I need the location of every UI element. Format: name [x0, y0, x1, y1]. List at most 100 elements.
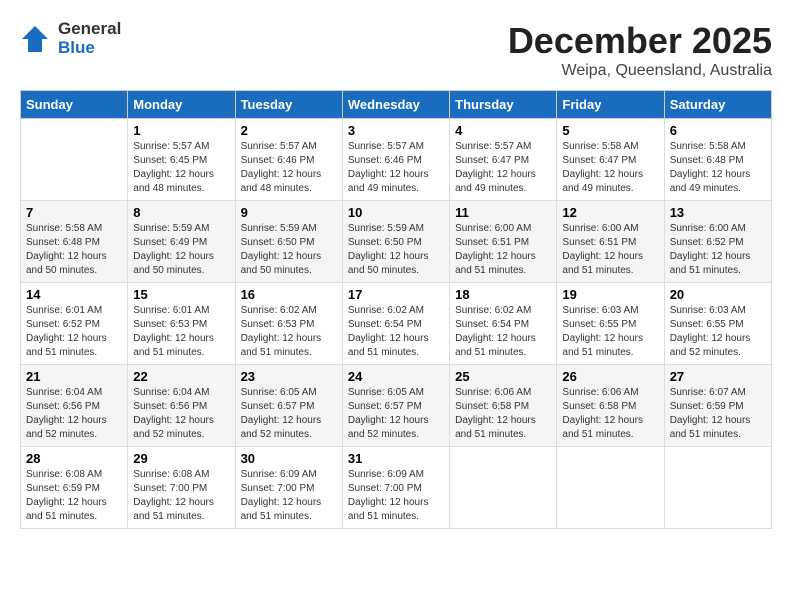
day-number: 7 [26, 205, 122, 220]
calendar-cell [450, 447, 557, 529]
calendar-cell: 4 Sunrise: 5:57 AMSunset: 6:47 PMDaylight… [450, 119, 557, 201]
calendar-cell: 24 Sunrise: 6:05 AMSunset: 6:57 PMDayligh… [342, 365, 449, 447]
day-number: 24 [348, 369, 444, 384]
day-number: 8 [133, 205, 229, 220]
day-number: 1 [133, 123, 229, 138]
calendar-cell: 20 Sunrise: 6:03 AMSunset: 6:55 PMDayligh… [664, 283, 771, 365]
day-info: Sunrise: 6:00 AMSunset: 6:52 PMDaylight:… [670, 222, 766, 278]
calendar-cell: 2 Sunrise: 5:57 AMSunset: 6:46 PMDaylight… [235, 119, 342, 201]
calendar-cell: 17 Sunrise: 6:02 AMSunset: 6:54 PMDayligh… [342, 283, 449, 365]
day-info: Sunrise: 6:08 AMSunset: 7:00 PMDaylight:… [133, 468, 229, 524]
day-info: Sunrise: 5:57 AMSunset: 6:46 PMDaylight:… [241, 140, 337, 196]
day-info: Sunrise: 5:58 AMSunset: 6:47 PMDaylight:… [562, 140, 658, 196]
day-info: Sunrise: 5:58 AMSunset: 6:48 PMDaylight:… [670, 140, 766, 196]
month-title: December 2025 [508, 20, 772, 62]
calendar-cell: 8 Sunrise: 5:59 AMSunset: 6:49 PMDaylight… [128, 201, 235, 283]
calendar-cell: 14 Sunrise: 6:01 AMSunset: 6:52 PMDayligh… [21, 283, 128, 365]
column-header-saturday: Saturday [664, 91, 771, 119]
day-info: Sunrise: 6:00 AMSunset: 6:51 PMDaylight:… [455, 222, 551, 278]
calendar-cell: 19 Sunrise: 6:03 AMSunset: 6:55 PMDayligh… [557, 283, 664, 365]
day-info: Sunrise: 5:59 AMSunset: 6:50 PMDaylight:… [241, 222, 337, 278]
day-info: Sunrise: 6:03 AMSunset: 6:55 PMDaylight:… [670, 304, 766, 360]
day-number: 19 [562, 287, 658, 302]
day-info: Sunrise: 5:59 AMSunset: 6:49 PMDaylight:… [133, 222, 229, 278]
calendar-week-2: 7 Sunrise: 5:58 AMSunset: 6:48 PMDaylight… [21, 201, 772, 283]
calendar-cell: 18Sunrise: 6:02 AMSunset: 6:54 PMDayligh… [450, 283, 557, 365]
day-number: 9 [241, 205, 337, 220]
calendar-cell: 3 Sunrise: 5:57 AMSunset: 6:46 PMDaylight… [342, 119, 449, 201]
day-info: Sunrise: 5:57 AMSunset: 6:45 PMDaylight:… [133, 140, 229, 196]
calendar-cell: 6 Sunrise: 5:58 AMSunset: 6:48 PMDaylight… [664, 119, 771, 201]
column-header-tuesday: Tuesday [235, 91, 342, 119]
day-number: 14 [26, 287, 122, 302]
day-info: Sunrise: 6:04 AMSunset: 6:56 PMDaylight:… [133, 386, 229, 442]
day-info: Sunrise: 6:00 AMSunset: 6:51 PMDaylight:… [562, 222, 658, 278]
day-number: 12 [562, 205, 658, 220]
calendar-cell: 22Sunrise: 6:04 AMSunset: 6:56 PMDayligh… [128, 365, 235, 447]
calendar-cell: 1 Sunrise: 5:57 AMSunset: 6:45 PMDaylight… [128, 119, 235, 201]
day-info: Sunrise: 5:57 AMSunset: 6:47 PMDaylight:… [455, 140, 551, 196]
day-info: Sunrise: 6:02 AMSunset: 6:54 PMDaylight:… [348, 304, 444, 360]
column-header-monday: Monday [128, 91, 235, 119]
calendar-cell: 13 Sunrise: 6:00 AMSunset: 6:52 PMDayligh… [664, 201, 771, 283]
day-number: 27 [670, 369, 766, 384]
logo-general-text: General [58, 20, 121, 39]
calendar-week-4: 21 Sunrise: 6:04 AMSunset: 6:56 PMDayligh… [21, 365, 772, 447]
calendar-cell: 31Sunrise: 6:09 AMSunset: 7:00 PMDayligh… [342, 447, 449, 529]
day-number: 4 [455, 123, 551, 138]
day-info: Sunrise: 6:03 AMSunset: 6:55 PMDaylight:… [562, 304, 658, 360]
calendar-week-3: 14 Sunrise: 6:01 AMSunset: 6:52 PMDayligh… [21, 283, 772, 365]
calendar-cell: 10 Sunrise: 5:59 AMSunset: 6:50 PMDayligh… [342, 201, 449, 283]
calendar-cell: 9 Sunrise: 5:59 AMSunset: 6:50 PMDaylight… [235, 201, 342, 283]
logo-bird-icon [20, 24, 50, 54]
calendar-cell: 28Sunrise: 6:08 AMSunset: 6:59 PMDayligh… [21, 447, 128, 529]
column-header-wednesday: Wednesday [342, 91, 449, 119]
day-number: 10 [348, 205, 444, 220]
calendar-cell [21, 119, 128, 201]
calendar-cell: 29 Sunrise: 6:08 AMSunset: 7:00 PMDayligh… [128, 447, 235, 529]
day-info: Sunrise: 5:57 AMSunset: 6:46 PMDaylight:… [348, 140, 444, 196]
day-number: 21 [26, 369, 122, 384]
day-info: Sunrise: 6:04 AMSunset: 6:56 PMDaylight:… [26, 386, 122, 442]
day-number: 29 [133, 451, 229, 466]
day-info: Sunrise: 6:05 AMSunset: 6:57 PMDaylight:… [348, 386, 444, 442]
calendar-cell: 26Sunrise: 6:06 AMSunset: 6:58 PMDayligh… [557, 365, 664, 447]
day-info: Sunrise: 6:07 AMSunset: 6:59 PMDaylight:… [670, 386, 766, 442]
calendar-cell: 23Sunrise: 6:05 AMSunset: 6:57 PMDayligh… [235, 365, 342, 447]
day-info: Sunrise: 6:02 AMSunset: 6:53 PMDaylight:… [241, 304, 337, 360]
logo-blue-text: Blue [58, 39, 121, 58]
calendar-week-1: 1 Sunrise: 5:57 AMSunset: 6:45 PMDaylight… [21, 119, 772, 201]
calendar-cell: 11Sunrise: 6:00 AMSunset: 6:51 PMDayligh… [450, 201, 557, 283]
title-area: December 2025 Weipa, Queensland, Austral… [508, 20, 772, 80]
day-number: 25 [455, 369, 551, 384]
day-info: Sunrise: 6:06 AMSunset: 6:58 PMDaylight:… [562, 386, 658, 442]
calendar-cell: 15Sunrise: 6:01 AMSunset: 6:53 PMDayligh… [128, 283, 235, 365]
day-number: 13 [670, 205, 766, 220]
column-header-sunday: Sunday [21, 91, 128, 119]
calendar-cell: 16 Sunrise: 6:02 AMSunset: 6:53 PMDayligh… [235, 283, 342, 365]
day-number: 30 [241, 451, 337, 466]
calendar-cell: 21 Sunrise: 6:04 AMSunset: 6:56 PMDayligh… [21, 365, 128, 447]
location-title: Weipa, Queensland, Australia [508, 62, 772, 80]
day-info: Sunrise: 6:06 AMSunset: 6:58 PMDaylight:… [455, 386, 551, 442]
day-info: Sunrise: 5:59 AMSunset: 6:50 PMDaylight:… [348, 222, 444, 278]
calendar-cell: 30Sunrise: 6:09 AMSunset: 7:00 PMDayligh… [235, 447, 342, 529]
day-info: Sunrise: 6:09 AMSunset: 7:00 PMDaylight:… [348, 468, 444, 524]
calendar-table: SundayMondayTuesdayWednesdayThursdayFrid… [20, 90, 772, 529]
day-info: Sunrise: 6:02 AMSunset: 6:54 PMDaylight:… [455, 304, 551, 360]
day-number: 6 [670, 123, 766, 138]
day-number: 16 [241, 287, 337, 302]
day-info: Sunrise: 6:01 AMSunset: 6:52 PMDaylight:… [26, 304, 122, 360]
day-number: 23 [241, 369, 337, 384]
day-info: Sunrise: 6:01 AMSunset: 6:53 PMDaylight:… [133, 304, 229, 360]
day-number: 2 [241, 123, 337, 138]
header: General Blue December 2025 Weipa, Queens… [20, 20, 772, 80]
logo: General Blue [20, 20, 121, 57]
day-info: Sunrise: 5:58 AMSunset: 6:48 PMDaylight:… [26, 222, 122, 278]
day-number: 5 [562, 123, 658, 138]
day-number: 17 [348, 287, 444, 302]
day-number: 3 [348, 123, 444, 138]
day-info: Sunrise: 6:08 AMSunset: 6:59 PMDaylight:… [26, 468, 122, 524]
calendar-cell: 5 Sunrise: 5:58 AMSunset: 6:47 PMDaylight… [557, 119, 664, 201]
day-number: 20 [670, 287, 766, 302]
